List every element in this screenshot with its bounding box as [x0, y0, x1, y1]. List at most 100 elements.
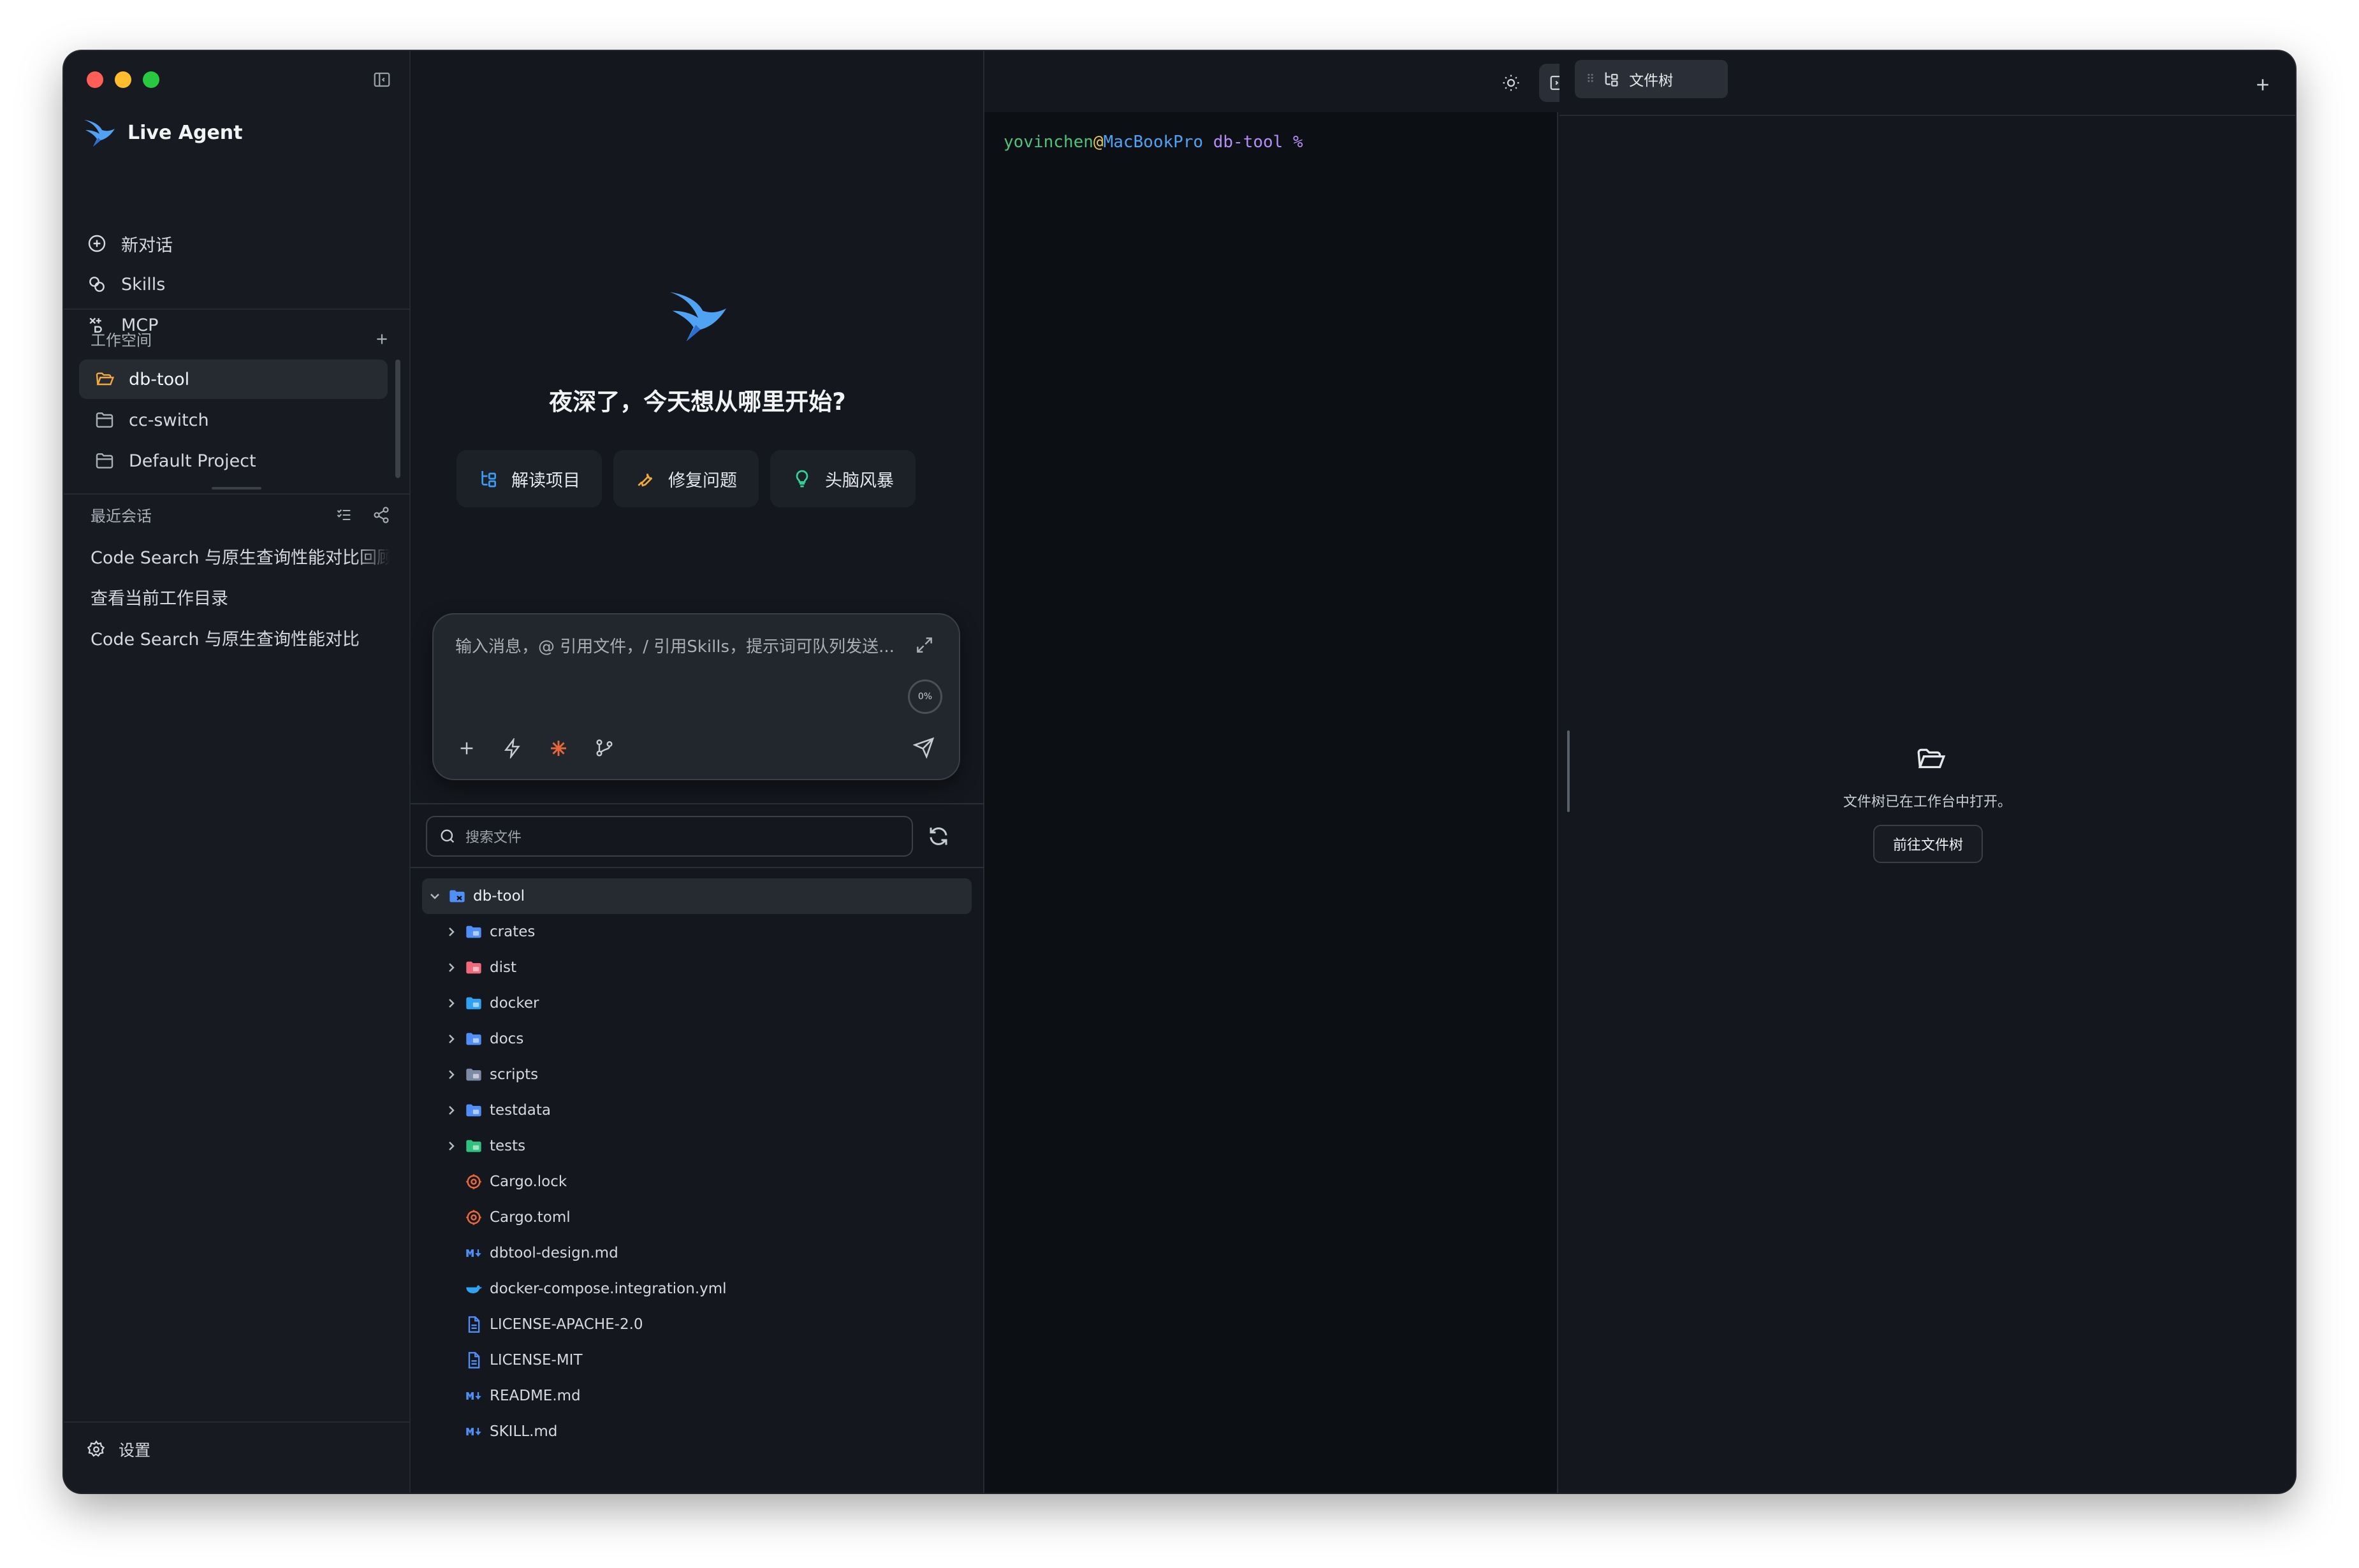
- tree-item-crates[interactable]: crates: [422, 914, 972, 950]
- terminal-host: MacBookPro: [1103, 133, 1204, 152]
- recent-list: Code Search 与原生查询性能对比回顾 查看当前工作目录 Code Se…: [91, 535, 390, 658]
- fix-issue-button[interactable]: 修复问题: [613, 450, 759, 507]
- lightning-icon[interactable]: [502, 738, 523, 759]
- workspace-scrollbar[interactable]: [395, 359, 400, 478]
- folder-icon: [464, 922, 483, 941]
- brainstorm-button[interactable]: 头脑风暴: [770, 450, 916, 507]
- tree-item-license-mit[interactable]: LICENSE-MIT: [422, 1342, 972, 1378]
- tree-item-skill-md[interactable]: SKILL.md: [422, 1414, 972, 1449]
- folder-icon: [96, 453, 113, 468]
- workspace-label: cc-switch: [129, 410, 209, 430]
- zoom-window-button[interactable]: [143, 71, 159, 88]
- tree-label: LICENSE-APACHE-2.0: [490, 1316, 643, 1333]
- message-input[interactable]: 输入消息，@ 引用文件，/ 引用Skills，提示词可队列发送...: [455, 634, 902, 660]
- tree-item-dbtool-design-md[interactable]: dbtool-design.md: [422, 1235, 972, 1271]
- expand-icon[interactable]: [914, 635, 935, 655]
- new-chat-button[interactable]: 新对话: [87, 223, 393, 264]
- tree-label: scripts: [490, 1066, 539, 1083]
- tree-label: crates: [490, 924, 536, 940]
- tree-label: dbtool-design.md: [490, 1245, 618, 1261]
- workspace-title: 工作空间: [91, 331, 152, 349]
- workspace-item-db-tool[interactable]: db-tool: [79, 359, 388, 399]
- refresh-icon[interactable]: [927, 825, 950, 848]
- git-branch-icon[interactable]: [594, 738, 615, 759]
- folder-open-icon: [1917, 748, 1946, 769]
- explain-project-button[interactable]: 解读项目: [456, 450, 602, 507]
- tree-label: dist: [490, 959, 516, 976]
- drag-handle-icon[interactable]: ⠿: [1586, 73, 1595, 86]
- folder-icon: [464, 994, 483, 1013]
- search-placeholder: 搜索文件: [465, 830, 522, 846]
- tree-item-dist[interactable]: dist: [422, 950, 972, 985]
- share-icon[interactable]: [372, 506, 390, 524]
- message-composer[interactable]: 输入消息，@ 引用文件，/ 引用Skills，提示词可队列发送... 0%: [432, 613, 960, 780]
- terminal-prompt: yovinchen@MacBookPro db-tool %: [1004, 133, 1303, 152]
- markdown-icon: [464, 1422, 483, 1441]
- add-workspace-icon[interactable]: [374, 331, 390, 347]
- doc-icon: [464, 1315, 483, 1334]
- add-attachment-icon[interactable]: [456, 738, 477, 759]
- tree-item-tests[interactable]: tests: [422, 1128, 972, 1164]
- settings-button[interactable]: 设置: [87, 1438, 150, 1461]
- recent-title: 最近会话: [91, 507, 152, 525]
- recent-item[interactable]: 查看当前工作目录: [91, 576, 390, 617]
- tree-label: Cargo.lock: [490, 1173, 567, 1190]
- plus-circle-icon: [88, 235, 106, 252]
- close-window-button[interactable]: [87, 71, 103, 88]
- chevron-down-icon[interactable]: [422, 883, 448, 909]
- tree-label: docs: [490, 1031, 524, 1047]
- terminal-panel[interactable]: yovinchen@MacBookPro db-tool %: [984, 112, 1558, 1493]
- go-to-file-tree-button[interactable]: 前往文件树: [1873, 825, 1983, 863]
- tree-item-cargo-toml[interactable]: Cargo.toml: [422, 1200, 972, 1235]
- theme-toggle-button[interactable]: [1492, 64, 1530, 102]
- send-icon[interactable]: [913, 737, 935, 759]
- tree-root-db-tool[interactable]: db-tool: [422, 878, 972, 914]
- resize-grip[interactable]: [212, 487, 261, 490]
- bird-logo-icon: [84, 120, 115, 147]
- tab-file-tree[interactable]: ⠿ 文件树: [1575, 60, 1728, 98]
- tree-label: SKILL.md: [490, 1423, 558, 1440]
- tree-item-scripts[interactable]: scripts: [422, 1057, 972, 1093]
- terminal-symbol: %: [1292, 133, 1303, 152]
- folder-icon: [464, 1136, 483, 1156]
- tree-item-license-apache-2-0[interactable]: LICENSE-APACHE-2.0: [422, 1307, 972, 1342]
- tree-item-docs[interactable]: docs: [422, 1021, 972, 1057]
- checklist-icon[interactable]: [335, 506, 353, 524]
- recent-item[interactable]: Code Search 与原生查询性能对比: [91, 617, 390, 658]
- chevron-right-icon[interactable]: [439, 919, 464, 945]
- tree-item-readme-md[interactable]: README.md: [422, 1378, 972, 1414]
- nav-item-skills[interactable]: Skills: [87, 264, 393, 305]
- app-window: Live Agent 新对话 Skills MCP 工作空间 db-tool c…: [64, 51, 2295, 1493]
- tree-item-docker[interactable]: docker: [422, 985, 972, 1021]
- sidebar-toggle-icon[interactable]: [372, 70, 391, 89]
- chevron-right-icon[interactable]: [439, 1133, 464, 1159]
- workspace-item-default-project[interactable]: Default Project: [79, 441, 388, 481]
- claude-sparkle-icon[interactable]: [548, 738, 569, 759]
- panel-divider: [411, 803, 984, 804]
- folder-open-icon: [96, 372, 115, 386]
- tree-item-docker-compose-integration-yml[interactable]: docker-compose.integration.yml: [422, 1271, 972, 1307]
- chevron-right-icon[interactable]: [439, 1026, 464, 1052]
- chevron-right-icon[interactable]: [439, 955, 464, 980]
- recent-item[interactable]: Code Search 与原生查询性能对比回顾: [91, 535, 390, 576]
- add-tab-icon[interactable]: [2253, 75, 2272, 94]
- workspace-item-cc-switch[interactable]: cc-switch: [79, 400, 388, 440]
- file-tree: db-tool crates dist docker docs scripts testd…: [422, 878, 972, 1449]
- chevron-right-icon[interactable]: [439, 1062, 464, 1087]
- chevron-right-icon[interactable]: [439, 1098, 464, 1123]
- folder-icon: [464, 1101, 483, 1120]
- minimize-window-button[interactable]: [115, 71, 131, 88]
- chevron-right-icon[interactable]: [439, 991, 464, 1016]
- tree-label: db-tool: [473, 888, 525, 904]
- tree-item-testdata[interactable]: testdata: [422, 1093, 972, 1128]
- file-search-input[interactable]: 搜索文件: [426, 816, 913, 857]
- tree-item-cargo-lock[interactable]: Cargo.lock: [422, 1164, 972, 1200]
- rust-icon: [464, 1208, 483, 1227]
- recent-header: 最近会话: [91, 504, 390, 526]
- tree-label: LICENSE-MIT: [490, 1352, 583, 1368]
